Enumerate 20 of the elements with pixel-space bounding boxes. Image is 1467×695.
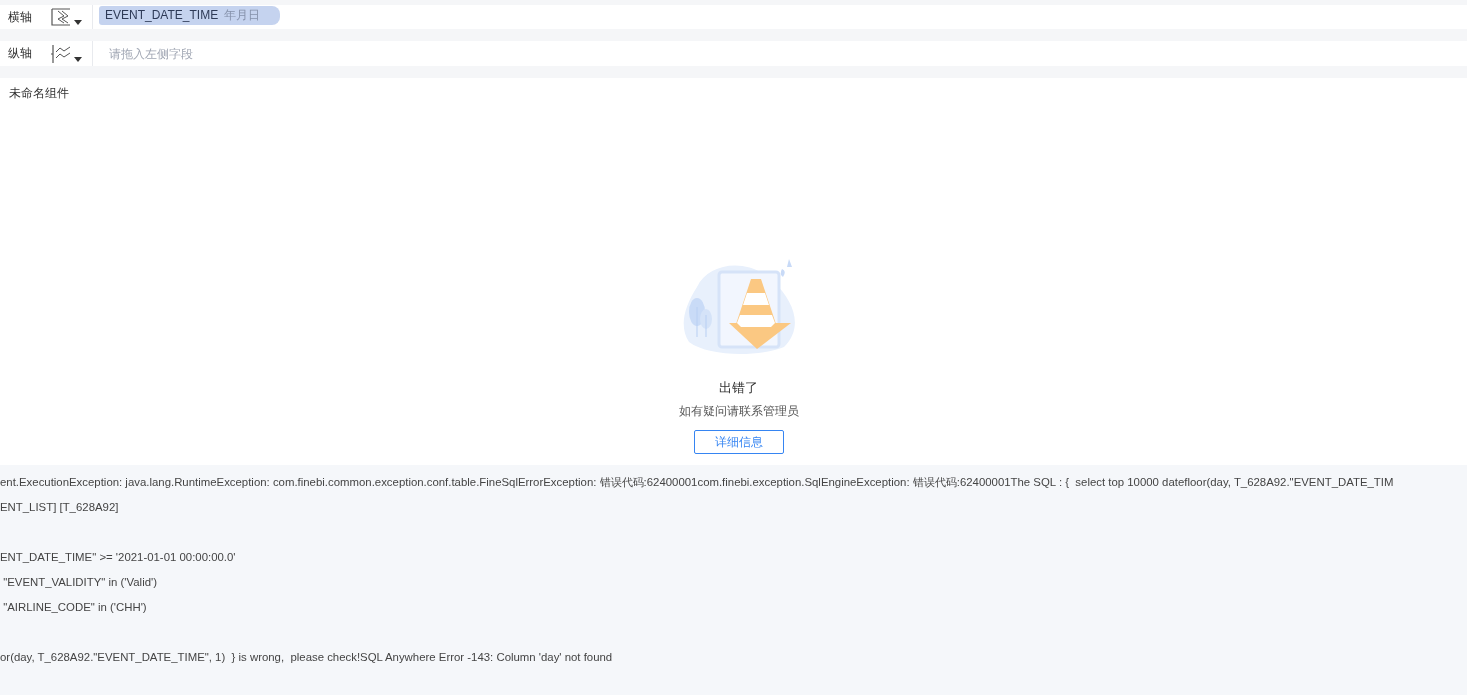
error-log-line: "AIRLINE_CODE" in ('CHH') [2, 600, 148, 615]
field-name: EVENT_DATE_TIME [105, 8, 219, 23]
error-title: 出错了 [719, 379, 758, 397]
details-button[interactable]: 详细信息 [693, 430, 784, 454]
chart-type-icon[interactable] [50, 7, 72, 28]
chart-type-icon[interactable] [50, 43, 72, 64]
caret-icon[interactable] [74, 56, 82, 62]
caret-icon[interactable] [74, 20, 82, 26]
field-suffix: 年月日 [224, 6, 261, 24]
error-hint: 如有疑问请联系管理员 [678, 403, 799, 420]
widget-title: 未命名组件 [9, 85, 70, 102]
field-pill[interactable]: EVENT_DATE_TIME 年月日 [99, 5, 281, 25]
error-log-line: ENT_LIST] [T_628A92] [0, 500, 120, 515]
axis-label: 横轴 [8, 8, 33, 26]
axis-label: 纵轴 [8, 45, 33, 63]
drop-field[interactable]: 请拖入左侧字段 [109, 46, 309, 61]
error-log-line: ENT_DATE_TIME" >= '2021-01-01 00:00:00.0' [0, 550, 237, 565]
error-log-line: ent.ExecutionException: java.lang.RuntimeException: com.finebi.common.exception.conf.table.FineSqlErrorException: 错误代码:62400001com.finebi.exception.SqlEngineException: 错误代码:62400001The SQL : { select top 10000 datefloor(day, T_628A92."EVENT_DATE_TIM [0, 475, 1395, 490]
error-log-line: or(day, T_628A92."EVENT_DATE_TIME", 1) } is wrong, please check!SQL Anywhere Error -143: Column 'day' not found [0, 650, 614, 665]
error-log-line: "EVENT_VALIDITY" in ('Valid') [2, 575, 158, 590]
